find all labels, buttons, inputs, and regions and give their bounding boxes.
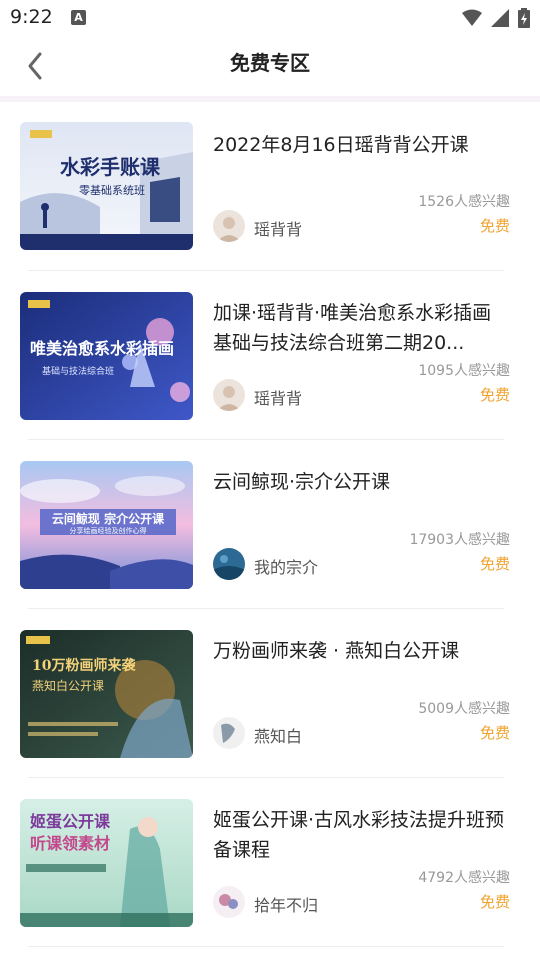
thumbnail-subline: 零基础系统班	[79, 184, 145, 197]
status-bar: 9:22 A	[0, 0, 540, 36]
course-item[interactable]: 云间鲸现 宗介公开课 分享绘画经验及创作心得 云间鲸现·宗介公开课 17903人…	[0, 440, 540, 609]
thumbnail-subline: 燕知白公开课	[32, 678, 104, 693]
course-title[interactable]: 云间鲸现·宗介公开课	[213, 467, 510, 497]
price-tag: 免费	[479, 893, 510, 911]
thumbnail-headline: 10万粉画师来袭	[32, 657, 136, 674]
thumbnail-subline: 基础与技法综合班	[42, 365, 114, 377]
avatar	[213, 210, 245, 242]
course-thumbnail[interactable]: 云间鲸现 宗介公开课 分享绘画经验及创作心得	[20, 461, 193, 589]
notification-a-icon: A	[71, 10, 86, 25]
course-item[interactable]: 10万粉画师来袭 燕知白公开课 万粉画师来袭 · 燕知白公开课 5009人感兴趣…	[0, 609, 540, 778]
author-name: 我的宗介	[254, 558, 319, 577]
interest-count: 1095人感兴趣	[418, 363, 510, 379]
interest-count: 1526人感兴趣	[418, 194, 510, 210]
thumbnail-subline: 听课领素材	[30, 834, 110, 853]
course-item[interactable]: 唯美治愈系水彩插画 基础与技法综合班 加课·瑶背背·唯美治愈系水彩插画基础与技法…	[0, 271, 540, 440]
avatar	[213, 548, 245, 580]
course-title[interactable]: 姬蛋公开课·古风水彩技法提升班预备课程	[213, 805, 510, 865]
price-tag: 免费	[479, 386, 510, 404]
thumbnail-headline: 唯美治愈系水彩插画	[30, 339, 174, 358]
avatar	[213, 717, 245, 749]
interest-count: 5009人感兴趣	[418, 701, 510, 717]
course-thumbnail[interactable]: 10万粉画师来袭 燕知白公开课	[20, 630, 193, 758]
thumbnail-headline: 云间鲸现 宗介公开课	[52, 511, 165, 526]
avatar	[213, 886, 245, 918]
battery-charging-icon	[518, 8, 530, 28]
thumbnail-headline: 姬蛋公开课	[30, 812, 111, 831]
interest-count: 4792人感兴趣	[418, 870, 510, 886]
course-item[interactable]: 姬蛋公开课 听课领素材 姬蛋公开课·古风水彩技法提升班预备课程 4792人感兴趣…	[0, 778, 540, 947]
status-time: 9:22	[10, 6, 53, 28]
avatar	[213, 379, 245, 411]
author-name: 瑶背背	[254, 389, 303, 408]
price-tag: 免费	[479, 217, 510, 235]
author-name: 拾年不归	[254, 896, 319, 915]
course-thumbnail[interactable]: 姬蛋公开课 听课领素材	[20, 799, 193, 927]
interest-count: 17903人感兴趣	[409, 532, 510, 548]
thumbnail-headline: 水彩手账课	[60, 155, 161, 179]
price-tag: 免费	[479, 555, 510, 573]
status-icons	[462, 8, 530, 28]
thumbnail-subline: 分享绘画经验及创作心得	[70, 526, 147, 535]
course-thumbnail[interactable]: 唯美治愈系水彩插画 基础与技法综合班	[20, 292, 193, 420]
wifi-icon	[462, 9, 482, 26]
course-item[interactable]: 水彩手账课 零基础系统班 2022年8月16日瑶背背公开课 1526人感兴趣 免…	[0, 102, 540, 271]
course-title[interactable]: 加课·瑶背背·唯美治愈系水彩插画基础与技法综合班第二期20...	[213, 298, 510, 358]
price-tag: 免费	[479, 724, 510, 742]
signal-icon	[491, 9, 509, 27]
page-title: 免费专区	[230, 51, 310, 75]
item-divider	[28, 946, 504, 947]
top-app-bar: 免费专区	[0, 36, 540, 96]
course-title[interactable]: 万粉画师来袭 · 燕知白公开课	[213, 636, 510, 666]
notification-letter: A	[74, 11, 83, 24]
course-thumbnail[interactable]: 水彩手账课 零基础系统班	[20, 122, 193, 250]
author-name: 燕知白	[254, 727, 303, 746]
author-name: 瑶背背	[254, 220, 303, 239]
course-title[interactable]: 2022年8月16日瑶背背公开课	[213, 130, 510, 160]
